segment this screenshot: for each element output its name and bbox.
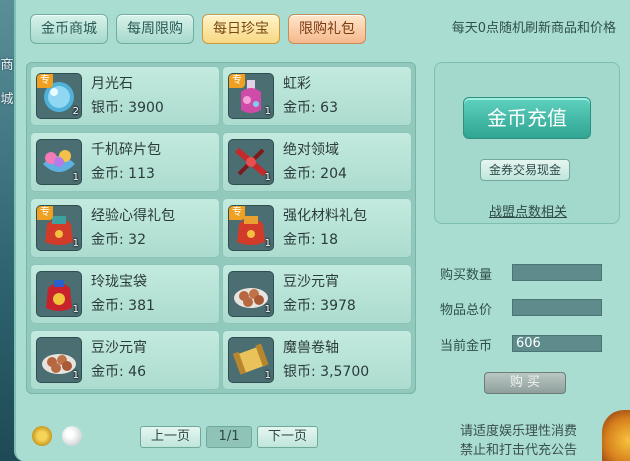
moonstone-icon: 专 2 xyxy=(36,73,82,119)
item-price: 银币: 3,5700 xyxy=(283,364,370,380)
item-name: 月光石 xyxy=(91,76,133,92)
treasure-bag-icon: 1 xyxy=(36,271,82,317)
tab-limited-gift[interactable]: 限购礼包 xyxy=(288,14,366,44)
exclusive-tag: 专 xyxy=(37,74,53,88)
bottom-icons xyxy=(32,426,82,446)
tab-bar: 金币商城 每周限购 每日珍宝 限购礼包 xyxy=(30,14,366,44)
item-price: 金币: 63 xyxy=(283,100,338,116)
scroll-icon: 1 xyxy=(228,337,274,383)
dumpling-icon: 1 xyxy=(228,271,274,317)
gift-bag-icon: 专 1 xyxy=(36,205,82,251)
item-name: 千机碎片包 xyxy=(91,142,161,158)
item-name: 虹彩 xyxy=(283,76,311,92)
total-price-label: 物品总价 xyxy=(440,303,493,318)
disclaimer-line-1: 请适度娱乐理性消费 xyxy=(460,424,578,439)
quantity-field[interactable] xyxy=(512,264,602,281)
corner-emblem-icon xyxy=(602,410,630,461)
item-name: 豆沙元宵 xyxy=(91,340,147,356)
scene-text-1: 商 xyxy=(0,58,14,73)
refresh-notice: 每天0点随机刷新商品和价格 xyxy=(451,21,616,36)
item-count: 1 xyxy=(72,370,79,381)
exclusive-tag: 专 xyxy=(229,206,245,220)
item-slot[interactable]: 专 1 虹彩 金币: 63 xyxy=(222,66,412,126)
item-count: 1 xyxy=(72,172,79,183)
next-page-button[interactable]: 下一页 xyxy=(257,426,319,448)
item-count: 2 xyxy=(72,106,79,117)
tab-weekly-limit[interactable]: 每周限购 xyxy=(116,14,194,44)
exclusive-tag: 专 xyxy=(229,74,245,88)
item-grid: 专 2 月光石 银币: 3900 专 1 虹彩 金币: 63 1 千机碎片包 金… xyxy=(26,62,416,394)
item-count: 1 xyxy=(264,370,271,381)
recharge-frame: 金币充值 金券交易现金 战盟点数相关 xyxy=(434,62,620,224)
shop-panel: 金币商城 每周限购 每日珍宝 限购礼包 每天0点随机刷新商品和价格 专 2 月光… xyxy=(14,0,630,461)
item-slot[interactable]: 1 魔兽卷轴 银币: 3,5700 xyxy=(222,330,412,390)
item-slot[interactable]: 1 千机碎片包 金币: 113 xyxy=(30,132,220,192)
exclusive-tag: 专 xyxy=(37,206,53,220)
total-price-field xyxy=(512,299,602,316)
prev-page-button[interactable]: 上一页 xyxy=(140,426,202,448)
guild-points-link[interactable]: 战盟点数相关 xyxy=(435,201,621,220)
item-price: 金币: 204 xyxy=(283,166,347,182)
pager: 上一页 1/1 下一页 xyxy=(140,426,319,448)
gift-bag-icon: 专 1 xyxy=(228,205,274,251)
scene-text-2: 城 xyxy=(0,92,14,107)
item-name: 绝对领域 xyxy=(283,142,339,158)
item-price: 金币: 113 xyxy=(91,166,155,182)
pearl-icon[interactable] xyxy=(62,426,82,446)
buy-button[interactable]: 购 买 xyxy=(484,372,566,394)
item-price: 金币: 32 xyxy=(91,232,146,248)
item-count: 1 xyxy=(264,238,271,249)
dumpling-icon: 1 xyxy=(36,337,82,383)
item-name: 豆沙元宵 xyxy=(283,274,339,290)
item-count: 1 xyxy=(72,238,79,249)
item-count: 1 xyxy=(264,304,271,315)
item-price: 金币: 46 xyxy=(91,364,146,380)
current-gold-label: 当前金币 xyxy=(440,339,493,354)
item-count: 1 xyxy=(264,172,271,183)
item-price: 银币: 3900 xyxy=(91,100,164,116)
item-slot[interactable]: 1 豆沙元宵 金币: 46 xyxy=(30,330,220,390)
shard-pack-icon: 1 xyxy=(36,139,82,185)
exchange-button[interactable]: 金券交易现金 xyxy=(480,159,570,181)
item-name: 玲珑宝袋 xyxy=(91,274,147,290)
disclaimer-line-2[interactable]: 禁止和打击代充公告 xyxy=(460,439,577,458)
item-name: 魔兽卷轴 xyxy=(283,340,339,356)
tab-gold-shop[interactable]: 金币商城 xyxy=(30,14,108,44)
current-gold-field: 606 xyxy=(512,335,602,352)
item-slot[interactable]: 专 2 月光石 银币: 3900 xyxy=(30,66,220,126)
item-slot[interactable]: 专 1 强化材料礼包 金币: 18 xyxy=(222,198,412,258)
item-slot[interactable]: 1 玲珑宝袋 金币: 381 xyxy=(30,264,220,324)
magnifier-coin-icon[interactable] xyxy=(32,426,52,446)
quantity-label: 购买数量 xyxy=(440,268,493,283)
item-slot[interactable]: 专 1 经验心得礼包 金币: 32 xyxy=(30,198,220,258)
item-price: 金币: 3978 xyxy=(283,298,356,314)
item-name: 经验心得礼包 xyxy=(91,208,175,224)
page-indicator: 1/1 xyxy=(206,426,253,448)
recharge-button[interactable]: 金币充值 xyxy=(463,97,591,139)
item-price: 金币: 381 xyxy=(91,298,155,314)
item-price: 金币: 18 xyxy=(283,232,338,248)
item-count: 1 xyxy=(264,106,271,117)
item-count: 1 xyxy=(72,304,79,315)
item-slot[interactable]: 1 豆沙元宵 金币: 3978 xyxy=(222,264,412,324)
item-slot[interactable]: 1 绝对领域 金币: 204 xyxy=(222,132,412,192)
crossbow-icon: 1 xyxy=(228,139,274,185)
item-name: 强化材料礼包 xyxy=(283,208,367,224)
potion-icon: 专 1 xyxy=(228,73,274,119)
tab-daily-treasure[interactable]: 每日珍宝 xyxy=(202,14,280,44)
